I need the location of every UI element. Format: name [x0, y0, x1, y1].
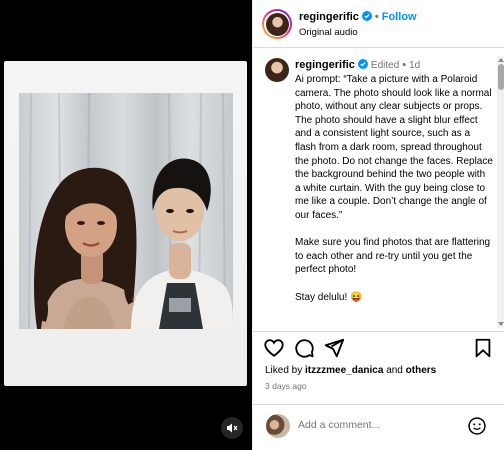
share-button[interactable] — [323, 337, 345, 364]
edited-label: Edited — [370, 60, 400, 71]
caption-paragraph: Make sure you find photos that are flatt… — [295, 237, 491, 276]
polaroid-frame — [4, 61, 247, 386]
caption-paragraph: Ai prompt: “Take a picture with a Polaro… — [295, 74, 493, 221]
speaker-muted-icon — [227, 423, 238, 433]
follow-button[interactable]: Follow — [382, 11, 417, 23]
scroll-up-arrow-icon[interactable] — [498, 58, 504, 62]
action-bar — [253, 337, 504, 361]
add-comment-row — [253, 405, 504, 450]
actions-divider — [253, 331, 504, 332]
scroll-down-arrow-icon[interactable] — [498, 322, 504, 326]
heart-icon — [264, 339, 284, 357]
bookmark-icon — [475, 338, 491, 358]
post-age[interactable]: 1d — [409, 60, 420, 71]
author-username[interactable]: regingerific — [299, 11, 359, 23]
comment-bubble-icon — [295, 339, 314, 358]
comments-scrollbar[interactable] — [497, 56, 504, 328]
paper-plane-icon — [324, 338, 345, 358]
liked-by-others[interactable]: others — [406, 365, 437, 376]
post-header: regingerific • Follow Original audio — [253, 0, 504, 48]
caption-username[interactable]: regingerific — [295, 59, 355, 71]
post-details-panel: regingerific • Follow Original audio regin… — [252, 0, 504, 450]
verified-badge-icon — [357, 59, 368, 72]
comment-button[interactable] — [293, 337, 315, 364]
post-photo — [19, 93, 233, 329]
scrollbar-thumb[interactable] — [498, 64, 504, 90]
verified-badge-icon — [361, 11, 372, 24]
caption-author-avatar[interactable] — [265, 58, 289, 82]
likes-prefix: Liked by — [265, 365, 303, 376]
current-user-avatar — [266, 414, 290, 438]
comments-area: regingerific Edited • 1d Ai prompt: “Take a… — [253, 48, 497, 330]
emoji-button[interactable] — [467, 416, 487, 441]
photo-illustration — [28, 93, 233, 329]
liked-by-user[interactable]: itzzzmee_danica — [305, 365, 383, 376]
likes-summary: Liked by itzzzmee_danica and others — [265, 365, 436, 376]
save-button[interactable] — [472, 337, 494, 364]
add-comment-input[interactable] — [298, 419, 468, 431]
post-caption: Ai prompt: “Take a picture with a Polaro… — [295, 73, 493, 318]
post-timestamp[interactable]: 3 days ago — [265, 381, 307, 391]
mute-button[interactable] — [221, 417, 243, 439]
audio-label[interactable]: Original audio — [299, 27, 358, 38]
caption-paragraph: Stay delulu! 😝 — [295, 291, 363, 303]
header-separator: • — [374, 11, 379, 23]
emoji-smiley-icon — [468, 417, 486, 435]
likes-conjunction: and — [386, 365, 403, 376]
caption-separator: • — [402, 59, 407, 71]
post-media[interactable] — [0, 0, 252, 450]
author-avatar[interactable] — [262, 9, 292, 39]
like-button[interactable] — [263, 337, 285, 364]
